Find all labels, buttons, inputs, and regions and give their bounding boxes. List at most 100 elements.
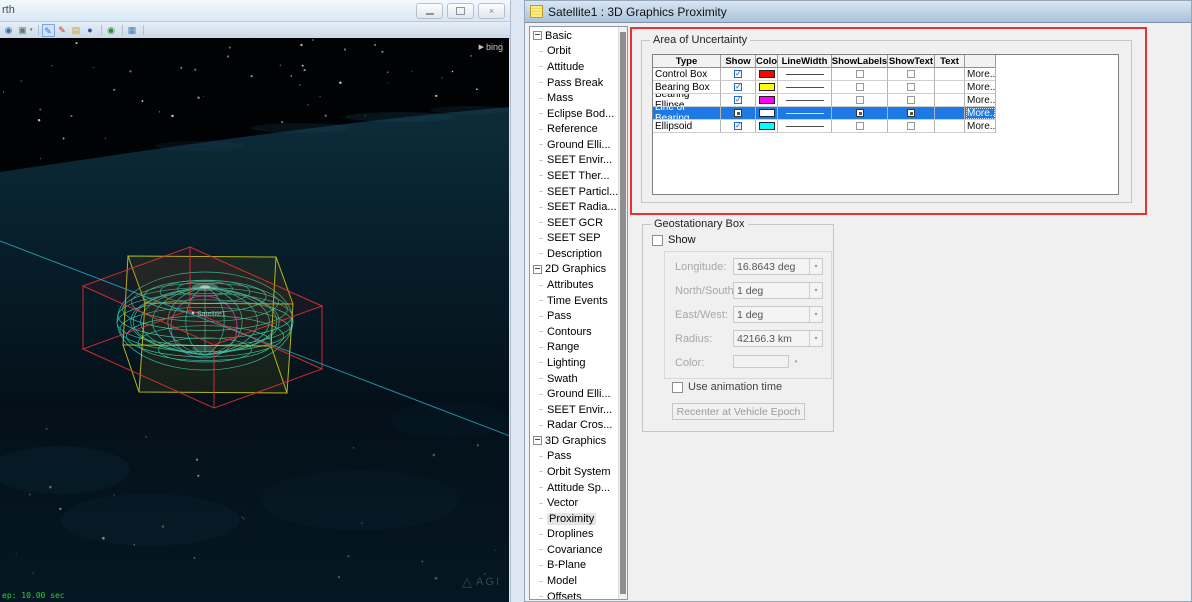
tree-item-seet-gcr[interactable]: SEET GCR (530, 215, 618, 231)
camera-dropdown-icon[interactable]: ▣ (16, 24, 29, 37)
use-animation-checkbox[interactable] (672, 382, 683, 393)
color-dropdown[interactable] (733, 355, 789, 368)
tree-item-seet-envir[interactable]: SEET Envir... (530, 153, 618, 169)
type-cell[interactable]: Line of Bearing (653, 107, 721, 120)
collapse-icon[interactable] (533, 31, 542, 40)
type-cell[interactable]: Bearing Ellipse (653, 94, 721, 107)
image-capture-icon[interactable]: ▦ (126, 24, 139, 37)
show-text-checkbox[interactable] (907, 70, 915, 78)
text-cell[interactable] (935, 68, 965, 81)
tree-item-contours[interactable]: Contours (530, 324, 618, 340)
show-labels-checkbox[interactable] (856, 109, 864, 117)
spinner-arrow-icon[interactable]: ▾ (809, 307, 822, 322)
tree-item-droplines[interactable]: Droplines (530, 527, 618, 543)
show-labels-checkbox[interactable] (856, 122, 864, 130)
tree-item-basic[interactable]: Basic (530, 28, 618, 44)
show-labels-checkbox[interactable] (856, 83, 864, 91)
tree-item-radar-cros[interactable]: Radar Cros... (530, 417, 618, 433)
tree-item-pass-break[interactable]: Pass Break (530, 75, 618, 91)
geo-show-checkbox[interactable] (652, 235, 663, 246)
tree-item-seet-sep[interactable]: SEET SEP (530, 231, 618, 247)
globe-icon[interactable]: ● (84, 24, 97, 37)
color-swatch[interactable] (759, 96, 775, 104)
table-row-control-box[interactable]: Control Box More... (653, 68, 996, 81)
tree-item-pass[interactable]: Pass (530, 449, 618, 465)
tree-item-model[interactable]: Model (530, 573, 618, 589)
show-checkbox[interactable] (734, 70, 742, 78)
linewidth-sample[interactable] (786, 87, 824, 88)
tree-item-description[interactable]: Description (530, 246, 618, 262)
tree-item-range[interactable]: Range (530, 340, 618, 356)
more-button[interactable]: More... (965, 68, 996, 81)
tree-item-seet-ther[interactable]: SEET Ther... (530, 168, 618, 184)
graphics-window-titlebar[interactable]: rth × (0, 0, 510, 22)
tree-item-pass[interactable]: Pass (530, 308, 618, 324)
tree-item-time-events[interactable]: Time Events (530, 293, 618, 309)
field-spinner[interactable]: 16.8643 deg▾ (733, 258, 823, 275)
column-header-more[interactable] (965, 55, 996, 68)
tree-item-attributes[interactable]: Attributes (530, 277, 618, 293)
show-checkbox[interactable] (734, 96, 742, 104)
tree-item-b-plane[interactable]: B-Plane (530, 558, 618, 574)
recenter-button[interactable]: Recenter at Vehicle Epoch (672, 403, 805, 420)
table-row-line-of-bearing[interactable]: Line of Bearing More... (653, 107, 996, 120)
linewidth-sample[interactable] (786, 74, 824, 75)
table-row-ellipsoid[interactable]: EllipsoidMore... (653, 120, 996, 133)
field-spinner[interactable]: 1 deg▾ (733, 282, 823, 299)
type-cell[interactable]: Bearing Box (653, 81, 721, 94)
column-header-text[interactable]: Text (935, 55, 965, 68)
uncertainty-table[interactable]: TypeShowColoLineWidthShowLabelsShowTextT… (652, 54, 1119, 195)
color-swatch[interactable] (759, 109, 775, 117)
tree-item-seet-radia[interactable]: SEET Radia... (530, 199, 618, 215)
tree-item-orbit[interactable]: Orbit (530, 44, 618, 60)
dialog-titlebar[interactable]: Satellite1 : 3D Graphics Proximity (525, 1, 1191, 23)
text-cell[interactable] (935, 120, 965, 133)
text-cell[interactable] (935, 107, 965, 120)
world-map-icon[interactable]: ◉ (105, 24, 118, 37)
table-row-bearing-box[interactable]: Bearing BoxMore... (653, 81, 996, 94)
red-pencil-icon[interactable]: ✎ (56, 24, 69, 37)
linewidth-sample[interactable] (786, 100, 824, 101)
linewidth-sample[interactable] (786, 126, 824, 127)
tree-scrollbar[interactable] (618, 27, 627, 599)
column-header-show[interactable]: Show (721, 55, 756, 68)
show-text-checkbox[interactable] (907, 83, 915, 91)
more-button[interactable]: More... (965, 120, 996, 133)
tree-scrollbar-thumb[interactable] (620, 32, 626, 594)
show-text-checkbox[interactable] (907, 96, 915, 104)
collapse-icon[interactable] (533, 436, 542, 445)
tree-item-ground-elli[interactable]: Ground Elli... (530, 137, 618, 153)
column-header-linewidth[interactable]: LineWidth (778, 55, 832, 68)
column-header-showlabels[interactable]: ShowLabels (832, 55, 888, 68)
field-spinner[interactable]: 1 deg▾ (733, 306, 823, 323)
restore-button[interactable] (447, 3, 474, 19)
tree-item-vector[interactable]: Vector (530, 495, 618, 511)
tree-item-covariance[interactable]: Covariance (530, 542, 618, 558)
draw-pencil-icon[interactable]: ✎ (42, 24, 55, 37)
tree-item-2d-graphics[interactable]: 2D Graphics (530, 262, 618, 278)
tree-item-proximity[interactable]: Proximity (530, 511, 618, 527)
linewidth-sample[interactable] (786, 113, 824, 114)
globe-3d-view[interactable]: Satellite1 ▶bing △AGI ep: 10.00 sec (0, 38, 509, 602)
spinner-arrow-icon[interactable]: ▾ (809, 283, 822, 298)
tree-item-attitude[interactable]: Attitude (530, 59, 618, 75)
color-swatch[interactable] (759, 70, 775, 78)
show-text-checkbox[interactable] (907, 109, 915, 117)
type-cell[interactable]: Control Box (653, 68, 721, 81)
tree-item-seet-envir[interactable]: SEET Envir... (530, 402, 618, 418)
column-header-showtext[interactable]: ShowText (888, 55, 935, 68)
tree-item-3d-graphics[interactable]: 3D Graphics (530, 433, 618, 449)
tree-item-attitude-sp[interactable]: Attitude Sp... (530, 480, 618, 496)
field-spinner[interactable]: 42166.3 km▾ (733, 330, 823, 347)
spinner-arrow-icon[interactable]: ▾ (809, 331, 822, 346)
column-header-colo[interactable]: Colo (756, 55, 778, 68)
more-button[interactable]: More... (965, 107, 996, 120)
show-checkbox[interactable] (734, 122, 742, 130)
close-button[interactable]: × (478, 3, 505, 19)
more-button[interactable]: More... (965, 94, 996, 107)
tree-item-eclipse-bod[interactable]: Eclipse Bod... (530, 106, 618, 122)
tree-item-mass[interactable]: Mass (530, 90, 618, 106)
text-cell[interactable] (935, 81, 965, 94)
show-labels-checkbox[interactable] (856, 96, 864, 104)
show-checkbox[interactable] (734, 109, 742, 117)
